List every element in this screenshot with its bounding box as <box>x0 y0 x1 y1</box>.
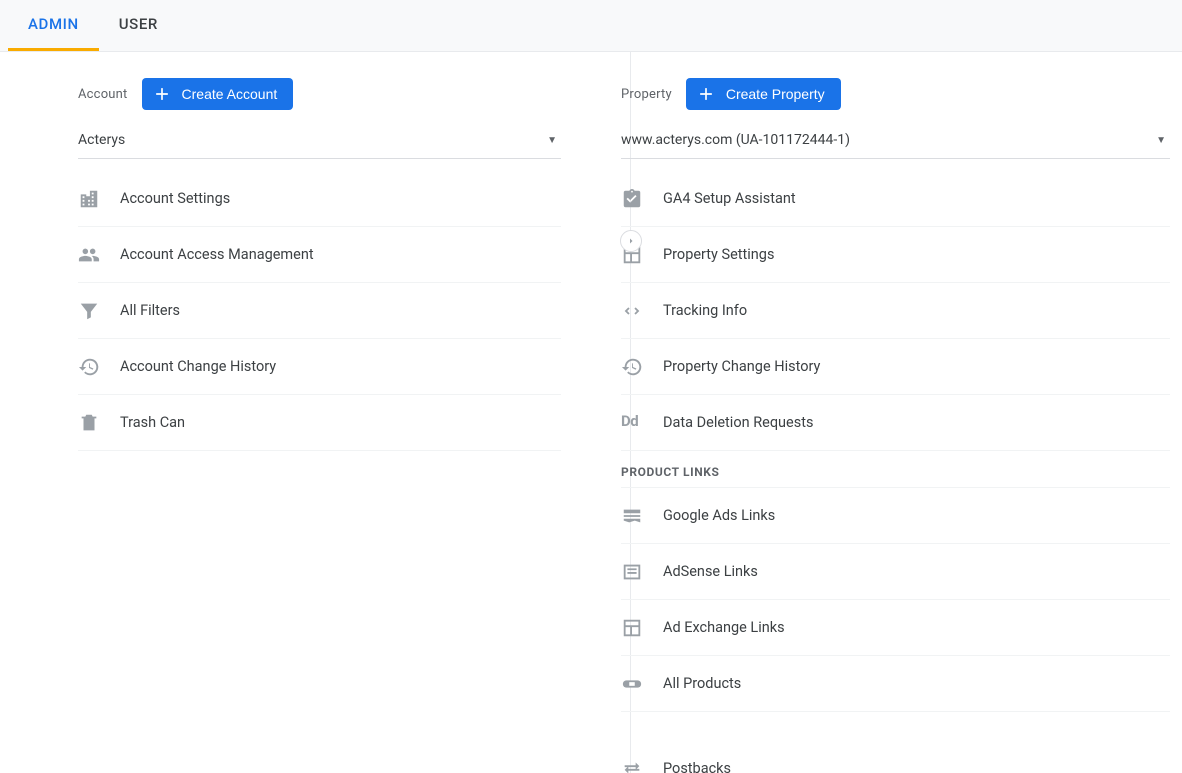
trash-can-item[interactable]: Trash Can <box>78 395 561 451</box>
ad-exchange-links-item[interactable]: Ad Exchange Links <box>621 600 1170 656</box>
menu-item-label: AdSense Links <box>663 563 758 580</box>
product-links-title: PRODUCT LINKS <box>621 451 1170 488</box>
menu-item-label: Account Settings <box>120 190 230 207</box>
property-extra-menu: Postbacks <box>621 740 1170 773</box>
ga4-setup-item[interactable]: GA4 Setup Assistant <box>621 171 1170 227</box>
trash-icon <box>78 412 100 434</box>
menu-item-label: Tracking Info <box>663 302 747 319</box>
account-menu: Account Settings Account Access Manageme… <box>78 171 561 451</box>
menu-item-label: Postbacks <box>663 760 731 773</box>
tracking-info-item[interactable]: Tracking Info <box>621 283 1170 339</box>
menu-item-label: All Filters <box>120 302 180 319</box>
property-column: Property Create Property www.acterys.com… <box>591 52 1182 773</box>
menu-item-label: Property Change History <box>663 358 820 375</box>
menu-item-label: Trash Can <box>120 414 185 431</box>
google-ads-links-item[interactable]: Google Ads Links <box>621 488 1170 544</box>
menu-item-label: Account Change History <box>120 358 276 375</box>
tab-user[interactable]: USER <box>99 0 178 51</box>
tab-admin[interactable]: ADMIN <box>8 0 99 51</box>
data-deletion-item[interactable]: Dd Data Deletion Requests <box>621 395 1170 451</box>
arrow-right-icon <box>625 235 637 247</box>
create-account-button[interactable]: Create Account <box>142 78 294 110</box>
assignment-check-icon <box>621 188 643 210</box>
create-property-label: Create Property <box>726 86 825 102</box>
history-icon <box>621 356 643 378</box>
caret-down-icon: ▼ <box>547 135 557 146</box>
menu-item-label: GA4 Setup Assistant <box>663 190 796 207</box>
account-header: Account Create Account <box>78 78 561 110</box>
all-filters-item[interactable]: All Filters <box>78 283 561 339</box>
account-column: Account Create Account Acterys ▼ Account… <box>0 52 591 773</box>
list-icon <box>621 561 643 583</box>
people-icon <box>78 244 100 266</box>
create-account-label: Create Account <box>182 86 278 102</box>
tab-bar: ADMIN USER <box>0 0 1182 52</box>
plus-icon <box>152 84 172 104</box>
code-icon <box>621 300 643 322</box>
collapse-account-column-button[interactable] <box>620 230 642 252</box>
filter-icon <box>78 300 100 322</box>
buildings-icon <box>78 188 100 210</box>
property-header: Property Create Property <box>621 78 1170 110</box>
menu-item-label: Data Deletion Requests <box>663 414 813 431</box>
menu-item-label: Account Access Management <box>120 246 314 263</box>
account-change-history-item[interactable]: Account Change History <box>78 339 561 395</box>
account-selected-value: Acterys <box>78 132 125 148</box>
spacer <box>621 712 1170 740</box>
property-settings-item[interactable]: Property Settings <box>621 227 1170 283</box>
account-selector[interactable]: Acterys ▼ <box>78 124 561 159</box>
ads-icon <box>621 505 643 527</box>
link-icon <box>621 673 643 695</box>
all-products-item[interactable]: All Products <box>621 656 1170 712</box>
dd-text-icon: Dd <box>621 412 643 434</box>
layout-icon <box>621 617 643 639</box>
history-icon <box>78 356 100 378</box>
plus-icon <box>696 84 716 104</box>
product-links-menu: Google Ads Links AdSense Links Ad Exchan… <box>621 488 1170 712</box>
swap-icon <box>621 757 643 773</box>
menu-item-label: Property Settings <box>663 246 774 263</box>
property-change-history-item[interactable]: Property Change History <box>621 339 1170 395</box>
create-property-button[interactable]: Create Property <box>686 78 841 110</box>
menu-item-label: Google Ads Links <box>663 507 775 524</box>
property-selector[interactable]: www.acterys.com (UA-101172444-1) ▼ <box>621 124 1170 159</box>
account-settings-item[interactable]: Account Settings <box>78 171 561 227</box>
account-access-item[interactable]: Account Access Management <box>78 227 561 283</box>
caret-down-icon: ▼ <box>1156 135 1166 146</box>
menu-item-label: All Products <box>663 675 741 692</box>
adsense-links-item[interactable]: AdSense Links <box>621 544 1170 600</box>
menu-item-label: Ad Exchange Links <box>663 619 785 636</box>
property-label: Property <box>621 87 672 102</box>
account-label: Account <box>78 87 128 102</box>
postbacks-item[interactable]: Postbacks <box>621 740 1170 773</box>
admin-content: Account Create Account Acterys ▼ Account… <box>0 52 1182 773</box>
property-selected-value: www.acterys.com (UA-101172444-1) <box>621 132 850 148</box>
property-menu: GA4 Setup Assistant Property Settings Tr… <box>621 171 1170 451</box>
